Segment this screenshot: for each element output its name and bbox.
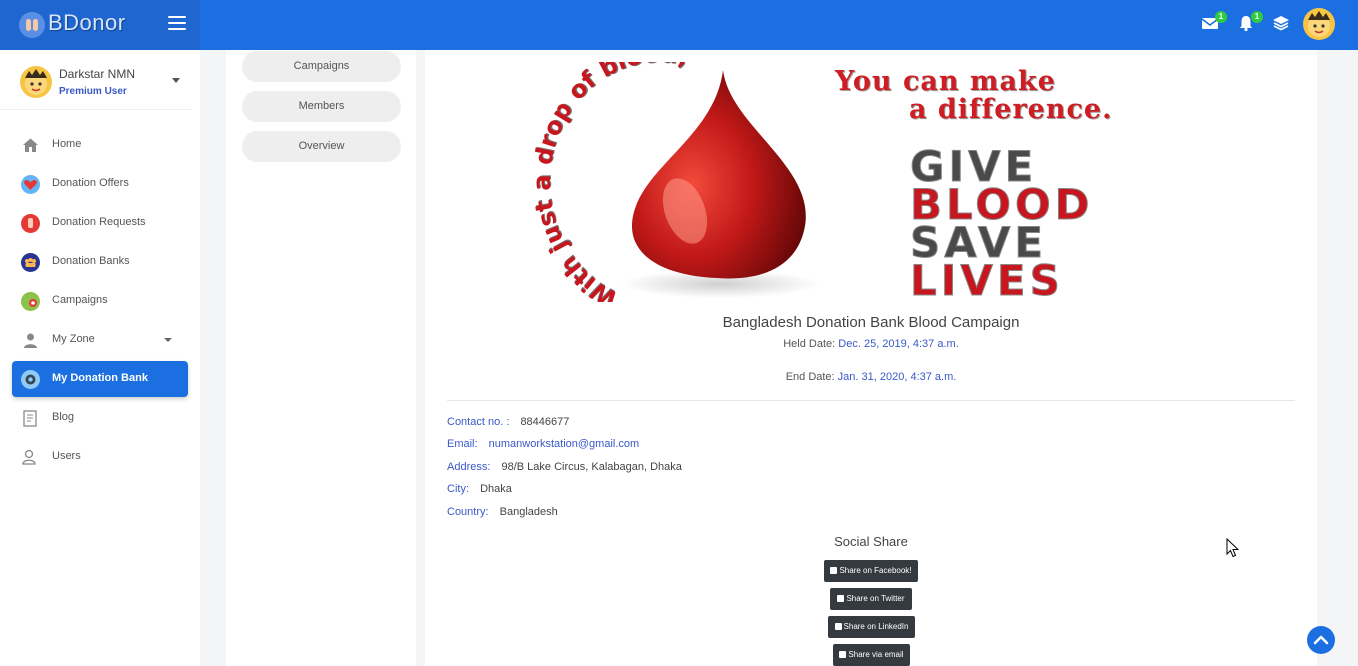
- chevron-up-icon: [1313, 635, 1329, 645]
- sidebar-item-blog[interactable]: Blog: [12, 400, 188, 436]
- held-date-label: Held Date:: [783, 338, 836, 350]
- user-icon: [21, 331, 40, 350]
- linkedin-icon: [834, 623, 842, 630]
- end-date-label: End Date:: [785, 371, 835, 383]
- email-link[interactable]: numanworkstation@gmail.com: [489, 438, 640, 450]
- address-value: 98/B Lake Circus, Kalabagan, Dhaka: [501, 461, 682, 473]
- sidebar: Darkstar NMN Premium User Home Donation …: [0, 50, 200, 666]
- sidebar-item-donation-offers[interactable]: Donation Offers: [12, 166, 188, 202]
- sidebar-item-label: Campaigns: [52, 294, 108, 306]
- contact-label: Contact no. :: [447, 416, 510, 428]
- share-email-button[interactable]: Share via email: [833, 644, 910, 666]
- top-navbar: BDonor 1 1: [0, 0, 1358, 50]
- sidebar-item-donation-requests[interactable]: Donation Requests: [12, 205, 188, 241]
- give-blood-block: GIVE BLOOD SAVE LIVES: [910, 145, 1094, 305]
- home-icon: [21, 136, 40, 155]
- sidebar-item-label: Blog: [52, 411, 75, 423]
- contact-value: 88446677: [520, 416, 570, 428]
- sidebar-item-label: Donation Offers: [52, 177, 129, 189]
- divider: [447, 400, 1295, 401]
- blog-icon: [21, 409, 40, 428]
- share-facebook-button[interactable]: Share on Facebook!: [824, 560, 918, 582]
- sidebar-item-campaigns[interactable]: Campaigns: [12, 283, 188, 319]
- sidebar-item-label: My Donation Bank: [52, 372, 148, 384]
- facebook-icon: [830, 567, 838, 574]
- tab-campaigns[interactable]: Campaigns: [242, 51, 401, 82]
- banner-slogan: You can make a difference.: [835, 68, 1113, 124]
- share-twitter-button[interactable]: Share on Twitter: [830, 588, 912, 610]
- blood-drop-icon: [620, 70, 820, 298]
- campaign-icon: [21, 292, 40, 311]
- city-label: City:: [447, 483, 469, 495]
- sidebar-item-label: Donation Banks: [52, 255, 130, 267]
- slogan-line-2: a difference.: [909, 94, 1113, 125]
- brand-name[interactable]: BDonor: [48, 10, 126, 36]
- scroll-to-top-button[interactable]: [1307, 626, 1335, 654]
- share-linkedin-label: Share on LinkedIn: [843, 622, 909, 631]
- share-twitter-label: Share on Twitter: [846, 594, 905, 603]
- user-name: Darkstar NMN: [59, 67, 136, 81]
- hand-icon: [21, 214, 40, 233]
- campaign-detail-card: With just a drop of blood, You can make …: [425, 50, 1317, 666]
- header-avatar[interactable]: [1303, 8, 1335, 40]
- users-icon: [21, 448, 40, 467]
- end-date-value: Jan. 31, 2020, 4:37 a.m.: [837, 371, 957, 383]
- tab-members[interactable]: Members: [242, 91, 401, 122]
- slogan-line-1: You can make: [835, 66, 1056, 97]
- sidebar-item-donation-banks[interactable]: Donation Banks: [12, 244, 188, 280]
- mouse-cursor-icon: [1226, 538, 1240, 558]
- bell-badge: 1: [1251, 11, 1263, 23]
- city-value: Dhaka: [480, 483, 512, 495]
- campaign-title: Bangladesh Donation Bank Blood Campaign: [722, 314, 1020, 331]
- sidebar-item-label: Users: [52, 450, 81, 462]
- menu-toggle-icon[interactable]: [168, 16, 186, 30]
- sidebar-item-my-donation-bank[interactable]: My Donation Bank: [12, 361, 188, 397]
- sidebar-item-home[interactable]: Home: [12, 127, 188, 163]
- sidebar-item-my-zone[interactable]: My Zone: [12, 322, 188, 358]
- envelope-icon: [839, 651, 847, 658]
- bank-icon: [21, 370, 40, 389]
- contact-row: Contact no. : 88446677: [447, 416, 569, 428]
- bank-tabs-panel: Campaigns Members Overview: [226, 50, 416, 666]
- sidebar-item-users[interactable]: Users: [12, 439, 188, 475]
- chevron-down-icon: [164, 338, 172, 342]
- share-linkedin-button[interactable]: Share on LinkedIn: [828, 616, 915, 638]
- address-row: Address: 98/B Lake Circus, Kalabagan, Dh…: [447, 461, 682, 473]
- twitter-icon: [837, 595, 845, 602]
- brand-logo-icon: [19, 12, 45, 38]
- bell-icon[interactable]: 1: [1237, 11, 1263, 36]
- user-panel[interactable]: Darkstar NMN Premium User: [0, 50, 192, 110]
- social-share-title: Social Share: [834, 534, 908, 549]
- sidebar-item-label: Donation Requests: [52, 216, 146, 228]
- country-value: Bangladesh: [499, 506, 558, 518]
- layers-icon[interactable]: [1272, 14, 1294, 36]
- held-date-value: Dec. 25, 2019, 4:37 a.m.: [838, 338, 959, 350]
- brand-area: BDonor: [0, 0, 200, 50]
- sidebar-item-label: My Zone: [52, 333, 95, 345]
- email-label: Email:: [447, 438, 478, 450]
- chevron-down-icon[interactable]: [172, 78, 180, 83]
- user-role: Premium User: [59, 86, 127, 97]
- end-date: End Date: Jan. 31, 2020, 4:37 a.m.: [425, 371, 1317, 383]
- share-facebook-label: Share on Facebook!: [839, 566, 912, 575]
- mail-icon[interactable]: 1: [1201, 11, 1227, 36]
- country-label: Country:: [447, 506, 489, 518]
- share-email-label: Share via email: [848, 650, 904, 659]
- country-row: Country: Bangladesh: [447, 506, 558, 518]
- campaign-banner-image: With just a drop of blood, You can make …: [525, 62, 1205, 302]
- sidebar-item-label: Home: [52, 138, 82, 150]
- email-row: Email: numanworkstation@gmail.com: [447, 438, 639, 450]
- city-row: City: Dhaka: [447, 483, 512, 495]
- people-icon: [21, 253, 40, 272]
- tab-overview[interactable]: Overview: [242, 131, 401, 162]
- address-label: Address:: [447, 461, 491, 473]
- banner-lives: LIVES: [910, 256, 1064, 305]
- heart-icon: [21, 175, 40, 194]
- mail-badge: 1: [1215, 11, 1227, 23]
- held-date: Held Date: Dec. 25, 2019, 4:37 a.m.: [425, 338, 1317, 350]
- avatar: [20, 66, 52, 98]
